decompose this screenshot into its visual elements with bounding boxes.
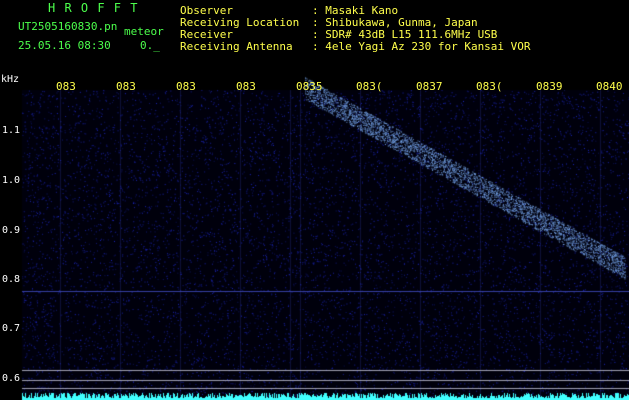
x-tick: 0840: [596, 80, 623, 93]
mode-label: meteor: [124, 25, 164, 38]
y-tick: 1.1: [2, 125, 21, 136]
y-tick: 0.9: [2, 225, 21, 236]
x-tick: 083: [236, 80, 256, 93]
x-tick: 0835: [296, 80, 323, 93]
filename-label: UT2505160830.pn: [18, 20, 118, 33]
y-tick: 0.7: [2, 323, 21, 334]
app-title: H R O F F T: [48, 1, 139, 15]
y-tick: 0.8: [2, 274, 21, 285]
x-tick: 083: [176, 80, 196, 93]
x-tick: 083(: [476, 80, 503, 93]
x-tick: 083(: [356, 80, 383, 93]
y-tick: 0.6: [2, 373, 21, 384]
info-value-antenna: : 4ele Yagi Az 230 for Kansai VOR: [312, 40, 531, 53]
value-readout: 0._: [140, 39, 160, 52]
info-label-antenna: Receiving Antenna: [180, 40, 293, 53]
datetime-label: 25.05.16 08:30: [18, 39, 111, 52]
x-tick: 083: [116, 80, 136, 93]
x-tick: 0839: [536, 80, 563, 93]
x-tick: 083: [56, 80, 76, 93]
waterfall-spectrogram: [0, 0, 629, 400]
y-axis-unit: kHz: [1, 74, 20, 85]
y-tick: 1.0: [2, 175, 21, 186]
x-tick: 0837: [416, 80, 443, 93]
